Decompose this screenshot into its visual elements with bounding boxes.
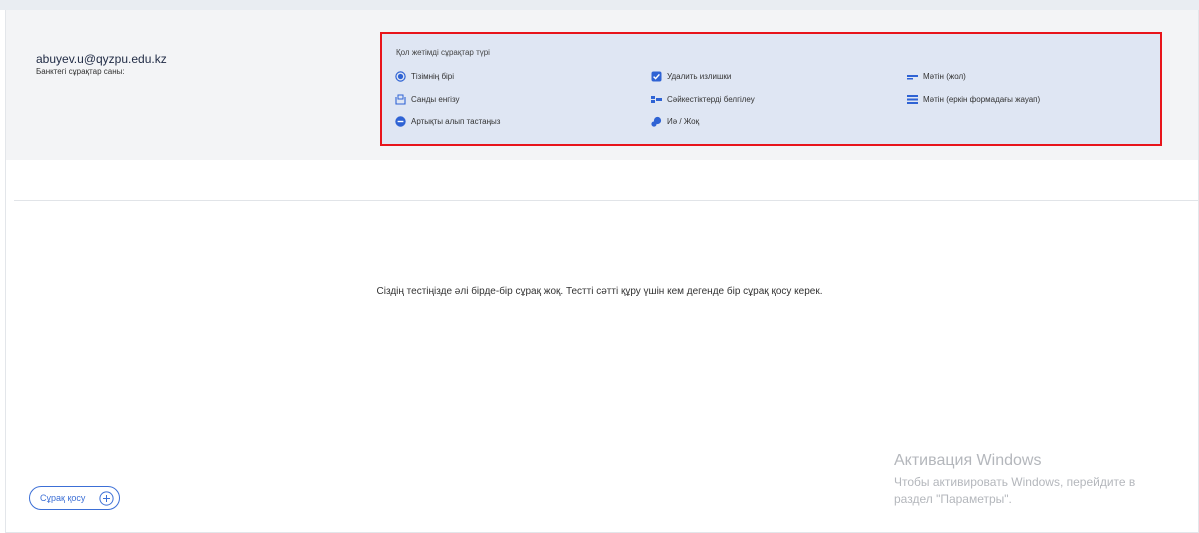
question-types-title: Қол жетімді сұрақтар түрі xyxy=(396,48,490,57)
windows-activation-text: Чтобы активировать Windows, перейдите в … xyxy=(894,474,1194,508)
type-remove-extra[interactable]: Артықты алып тастаңыз xyxy=(395,116,500,127)
type-label: Мәтін (жол) xyxy=(923,72,966,81)
type-matching[interactable]: Сәйкестіктерді белгілеу xyxy=(651,94,755,105)
type-label: Сәйкестіктерді белгілеу xyxy=(667,95,755,104)
top-strip xyxy=(0,0,1199,10)
type-number-input[interactable]: Санды енгізу xyxy=(395,94,460,105)
windows-activation-line1: Чтобы активировать Windows, перейдите в xyxy=(894,475,1136,489)
type-yes-no[interactable]: Иә / Жоқ xyxy=(651,116,699,127)
checkbox-icon xyxy=(651,71,662,82)
plus-circle-icon xyxy=(99,491,114,506)
type-text-paragraph[interactable]: Мәтін (еркін формадағы жауап) xyxy=(907,94,1040,105)
windows-activation-title: Активация Windows xyxy=(894,452,1042,469)
type-label: Иә / Жоқ xyxy=(667,117,700,126)
user-email: abuyev.u@qyzpu.edu.kz xyxy=(36,52,167,66)
type-label: Удалить излишки xyxy=(667,72,732,81)
add-question-label: Сұрақ қосу xyxy=(40,493,86,503)
type-multiple-choice[interactable]: Удалить излишки xyxy=(651,71,731,82)
text-line-icon xyxy=(907,71,918,82)
minus-circle-icon xyxy=(395,116,406,127)
type-label: Санды енгізу xyxy=(411,95,460,104)
yes-no-icon xyxy=(651,116,662,127)
type-label: Артықты алып тастаңыз xyxy=(411,117,501,126)
type-single-choice[interactable]: Тізімнің бірі xyxy=(395,71,454,82)
question-types-panel: Қол жетімді сұрақтар түрі Тізімнің бірі … xyxy=(380,32,1162,146)
type-label: Мәтін (еркін формадағы жауап) xyxy=(923,95,1041,104)
number-input-icon xyxy=(395,94,406,105)
text-paragraph-icon xyxy=(907,94,918,105)
add-question-button[interactable]: Сұрақ қосу xyxy=(29,486,120,510)
bank-question-count: Банктегі сұрақтар саны: xyxy=(36,67,125,76)
section-divider xyxy=(14,200,1198,201)
empty-questions-message: Сіздің тестіңізде әлі бірде-бір сұрақ жо… xyxy=(376,286,823,297)
matching-icon xyxy=(651,94,662,105)
type-label: Тізімнің бірі xyxy=(411,72,455,81)
type-text-line[interactable]: Мәтін (жол) xyxy=(907,71,966,82)
radio-icon xyxy=(395,71,406,82)
windows-activation-line2: раздел "Параметры". xyxy=(894,492,1012,506)
